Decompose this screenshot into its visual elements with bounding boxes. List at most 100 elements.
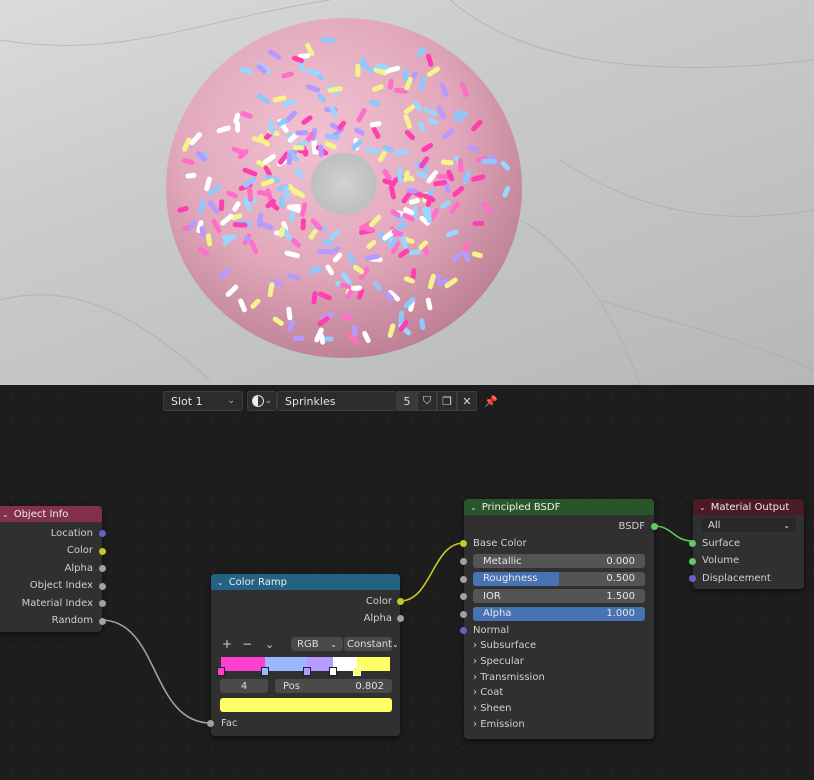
shader-node-editor[interactable]: Slot 1 ⌄ ⌄ Sprinkles 5 ⛉ ❐ ✕ 📌 ⌄ Object … [0,385,814,780]
alpha-field[interactable]: Alpha 1.000 [473,606,645,621]
sprinkle [364,253,381,261]
sprinkle [471,251,483,259]
panel-transmission[interactable]: › Transmission [473,672,545,683]
roughness-field[interactable]: Roughness 0.500 [473,571,645,586]
ramp-stop-handle[interactable] [352,667,361,676]
sprinkle [362,225,374,233]
metallic-field[interactable]: Metallic 0.000 [473,554,645,568]
principled-bsdf-node[interactable]: ⌄ Principled BSDF BSDF Base Color Metall… [460,499,658,739]
input-metallic-socket[interactable] [460,558,467,565]
ramp-stop-handle[interactable] [260,667,269,676]
chevron-down-icon: ⌄ [330,639,337,649]
output-object-index-socket[interactable] [99,582,106,590]
sprinkle [373,280,382,291]
input-normal-socket[interactable] [460,627,467,634]
color-mode-dropdown[interactable]: RGB ⌄ [291,637,343,651]
input-ior-socket[interactable] [460,593,467,600]
panel-specular[interactable]: › Specular [473,656,524,667]
ramp-stop-handle[interactable] [303,667,312,676]
collapse-chevron-icon[interactable]: ⌄ [2,510,9,519]
unlink-close-icon[interactable]: ✕ [457,391,477,411]
sprinkle [351,325,358,338]
ramp-menu-chevron-icon[interactable]: ⌄ [265,637,274,651]
3d-viewport[interactable] [0,0,814,385]
duplicate-icon[interactable]: ❐ [437,391,457,411]
material-output-node[interactable]: ⌄ Material Output All ⌄ Surface Volume Dis… [689,499,804,589]
color-mode-value: RGB [297,638,319,650]
fake-user-shield-icon[interactable]: ⛉ [417,391,437,411]
sprinkle [418,75,426,92]
object-info-node[interactable]: ⌄ Object Info Location Color Alpha Object I… [0,506,106,632]
stop-position-field[interactable]: Pos 0.802 [275,679,392,693]
sprinkle [425,297,433,311]
ior-field[interactable]: IOR 1.500 [473,589,645,603]
sprinkle [502,185,511,198]
user-count-badge[interactable]: 5 [397,391,417,411]
panel-sheen[interactable]: › Sheen [473,703,512,714]
sprinkle [318,332,326,345]
sprinkle [216,125,231,134]
input-surface-socket[interactable] [689,540,696,547]
output-random-label: Random [51,615,93,626]
sprinkle [393,87,408,94]
material-output-header[interactable]: ⌄ Material Output [693,499,804,515]
stop-color-swatch[interactable] [220,698,392,712]
color-ramp-stops[interactable] [217,667,390,677]
output-material-index-socket[interactable] [99,600,106,607]
collapse-chevron-icon[interactable]: ⌄ [217,578,224,587]
output-color-socket[interactable] [99,547,106,555]
sprinkle [324,133,340,141]
output-location-socket[interactable] [99,530,106,537]
panel-label: Emission [480,719,525,730]
add-stop-button[interactable]: + [222,637,232,651]
sprinkle [467,144,480,152]
material-browse-button[interactable]: ⌄ [247,391,277,411]
chevron-down-icon: ⌄ [264,396,272,406]
sprinkle [398,248,410,258]
sprinkle [188,219,197,231]
sprinkle [390,209,401,218]
input-volume-socket[interactable] [689,557,696,565]
color-ramp-title: Color Ramp [228,576,287,588]
interpolation-dropdown[interactable]: Constant ⌄ [344,637,399,651]
collapse-chevron-icon[interactable]: ⌄ [470,503,477,512]
output-alpha-socket[interactable] [397,615,404,622]
output-target-dropdown[interactable]: All ⌄ [702,518,796,532]
sprinkle [177,206,189,213]
material-name-field[interactable]: Sprinkles [277,391,397,411]
panel-emission[interactable]: › Emission [473,719,525,730]
input-base-color-socket[interactable] [460,540,467,547]
ramp-stop-handle[interactable] [328,667,337,676]
material-header: Slot 1 ⌄ ⌄ Sprinkles 5 ⛉ ❐ ✕ 📌 [163,391,501,411]
input-displacement-socket[interactable] [689,575,696,582]
ramp-stop-handle[interactable] [217,667,225,676]
panel-subsurface[interactable]: › Subsurface [473,640,536,651]
object-info-header[interactable]: ⌄ Object Info [0,506,102,522]
sprinkle [322,239,334,247]
input-roughness-socket[interactable] [460,575,467,583]
color-ramp-node[interactable]: ⌄ Color Ramp Color Alpha + − ⌄ RGB ⌄ Con… [207,574,404,736]
input-fac-socket[interactable] [207,720,214,727]
link-random-to-fac [100,619,212,724]
principled-bsdf-header[interactable]: ⌄ Principled BSDF [464,499,654,515]
color-ramp-header[interactable]: ⌄ Color Ramp [211,574,400,590]
sprinkle [366,240,377,250]
panel-coat[interactable]: › Coat [473,687,503,698]
active-stop-index-field[interactable]: 4 [220,679,268,693]
output-random-socket[interactable] [99,617,106,625]
collapse-chevron-icon[interactable]: ⌄ [699,503,706,512]
sprinkle [445,229,459,238]
sprinkle [436,173,452,180]
output-bsdf-socket[interactable] [651,523,658,530]
remove-stop-button[interactable]: − [242,637,252,651]
slot-dropdown[interactable]: Slot 1 ⌄ [163,391,243,411]
input-alpha-socket[interactable] [460,610,467,618]
sprinkle [332,252,343,263]
output-alpha-socket[interactable] [99,565,106,572]
pin-icon[interactable]: 📌 [481,391,501,411]
object-info-title: Object Info [13,508,69,520]
sprinkle [291,238,302,248]
sprinkle [337,120,347,131]
input-normal-label: Normal [473,624,510,636]
output-color-socket[interactable] [397,598,404,605]
